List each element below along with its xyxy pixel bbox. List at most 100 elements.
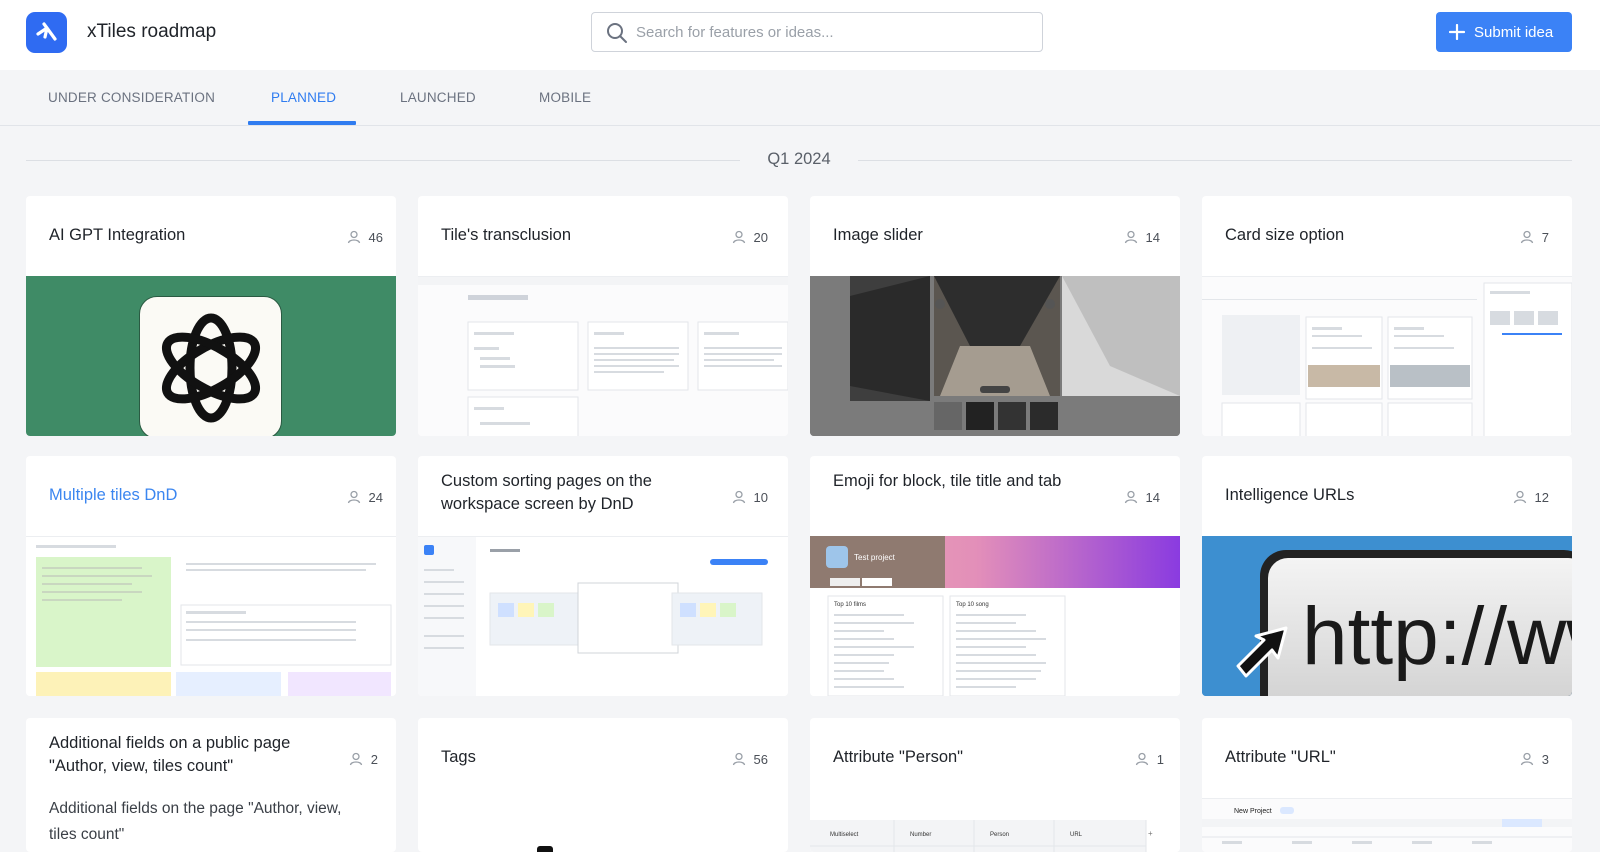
feature-card-attribute-person[interactable]: Attribute "Person" 1 Multiselect Number … <box>810 718 1180 852</box>
person-icon <box>347 490 360 504</box>
card-title: Card size option <box>1225 226 1345 244</box>
project-preview-graphic: New Project <box>1202 807 1572 844</box>
vote-number: 24 <box>368 489 383 505</box>
feature-card-emoji[interactable]: Emoji for block, tile title and tab 14 T… <box>810 456 1180 696</box>
table-column-number: Number <box>910 832 931 838</box>
vote-number: 20 <box>753 229 768 245</box>
section-divider-right <box>858 160 1572 161</box>
vote-count[interactable]: 7 <box>1489 227 1549 247</box>
section-header: Q1 2024 <box>26 148 1572 172</box>
card-image-document-screenshot <box>418 276 788 436</box>
card-title: Attribute "URL" <box>1225 748 1336 766</box>
vote-number: 14 <box>1145 489 1160 505</box>
person-icon <box>1135 752 1148 766</box>
submit-idea-button[interactable]: Submit idea <box>1436 12 1572 52</box>
person-icon <box>732 490 745 504</box>
person-icon <box>1520 230 1533 244</box>
vote-count[interactable]: 24 <box>323 487 383 507</box>
search-icon <box>607 23 627 43</box>
tab-launched[interactable]: LAUNCHED <box>400 70 476 126</box>
tags-image-fragment <box>537 846 553 852</box>
card-title: Image slider <box>833 226 923 244</box>
emoji-preview-list-b: Top 10 song <box>956 602 989 608</box>
gallery-preview-graphic <box>810 276 1180 436</box>
person-icon <box>347 230 360 244</box>
card-image-http-url-graphic: http://www <box>1202 536 1572 696</box>
card-image-openai-logo <box>26 276 396 436</box>
vote-count[interactable]: 20 <box>708 227 768 247</box>
vote-count[interactable]: 2 <box>318 749 378 769</box>
search-box[interactable] <box>591 12 1043 52</box>
vote-count[interactable]: 14 <box>1100 487 1160 507</box>
vote-count[interactable]: 3 <box>1489 749 1549 769</box>
vote-count[interactable]: 46 <box>323 227 383 247</box>
emoji-preview-project-name: Test project <box>854 553 896 562</box>
feature-card-multiple-tiles-dnd[interactable]: Multiple tiles DnD 24 <box>26 456 396 696</box>
card-image-tiles-screenshot <box>26 536 396 696</box>
table-preview-graphic: Multiselect Number Person URL + <box>810 820 1153 852</box>
document-preview-graphic <box>418 277 788 436</box>
vote-number: 1 <box>1156 751 1164 767</box>
vote-number: 14 <box>1145 229 1160 245</box>
vote-count[interactable]: 10 <box>708 487 768 507</box>
tab-under-consideration[interactable]: UNDER CONSIDERATION <box>48 70 215 126</box>
tab-planned[interactable]: PLANNED <box>271 70 336 126</box>
feature-card-ai-gpt[interactable]: AI GPT Integration 46 <box>26 196 396 436</box>
top-bar: xTiles roadmap Submit idea <box>0 0 1600 70</box>
card-title: Attribute "Person" <box>833 748 964 766</box>
feature-card-image-slider[interactable]: Image slider 14 <box>810 196 1180 436</box>
feature-card-transclusion[interactable]: Tile's transclusion 20 <box>418 196 788 436</box>
vote-count[interactable]: 56 <box>708 749 768 769</box>
person-icon <box>732 752 745 766</box>
card-title: Additional fields on a public page "Auth… <box>49 734 291 775</box>
project-board-preview-graphic <box>1202 282 1572 436</box>
vote-number: 3 <box>1541 751 1549 767</box>
vote-number: 7 <box>1541 229 1549 245</box>
feature-card-card-size[interactable]: Card size option 7 <box>1202 196 1572 436</box>
search-input[interactable] <box>636 13 1032 51</box>
card-image-gallery-screenshot <box>810 276 1180 436</box>
vote-count[interactable]: 1 <box>1104 749 1164 769</box>
feature-card-custom-sorting[interactable]: Custom sorting pages on the workspace sc… <box>418 456 788 696</box>
openai-logo-icon <box>161 313 261 423</box>
vote-number: 10 <box>753 489 768 505</box>
card-image-table-screenshot: Multiselect Number Person URL + <box>810 820 1180 852</box>
http-url-preview-graphic: http://www <box>1202 536 1572 696</box>
person-icon <box>1520 752 1533 766</box>
person-icon <box>349 752 362 766</box>
card-title: Tags <box>441 748 476 766</box>
feature-card-attribute-url[interactable]: Attribute "URL" 3 New Project <box>1202 718 1572 852</box>
card-image-emoji-project-screenshot: Test project Top 10 films Top 10 song <box>810 536 1180 696</box>
submit-idea-label: Submit idea <box>1474 23 1554 41</box>
person-icon <box>1124 490 1137 504</box>
feature-card-intelligence-urls[interactable]: Intelligence URLs 12 http://www <box>1202 456 1572 696</box>
workspace-preview-graphic <box>418 537 768 696</box>
card-description: Additional fields on the page "Author, v… <box>49 800 342 843</box>
card-title: Intelligence URLs <box>1225 486 1355 504</box>
table-column-person: Person <box>990 832 1009 838</box>
http-url-text: http://www <box>1302 591 1572 682</box>
vote-count[interactable]: 12 <box>1489 487 1549 507</box>
card-image-project-board-screenshot <box>1202 276 1572 436</box>
vote-number: 2 <box>370 751 378 767</box>
vote-number: 46 <box>368 229 383 245</box>
feature-card-additional-fields[interactable]: Additional fields on a public page "Auth… <box>26 718 396 852</box>
card-title: Custom sorting pages on the workspace sc… <box>441 472 652 513</box>
card-title: AI GPT Integration <box>49 226 186 244</box>
emoji-project-preview-graphic: Test project Top 10 films Top 10 song <box>810 536 1180 696</box>
card-title: Emoji for block, tile title and tab <box>833 472 1062 490</box>
svg-text:+: + <box>1148 829 1153 838</box>
vote-number: 12 <box>1534 489 1549 505</box>
card-title: Tile's transclusion <box>441 226 572 244</box>
active-tab-indicator <box>248 121 356 125</box>
emoji-preview-list-a: Top 10 films <box>834 602 866 608</box>
xtiles-logo[interactable] <box>26 12 67 53</box>
vote-number: 56 <box>753 751 768 767</box>
openai-logo-tile <box>139 296 282 436</box>
feature-card-tags[interactable]: Tags 56 <box>418 718 788 852</box>
roadmap-tabs: UNDER CONSIDERATION PLANNED LAUNCHED MOB… <box>0 70 1600 126</box>
vote-count[interactable]: 14 <box>1100 227 1160 247</box>
table-column-multiselect: Multiselect <box>830 832 859 838</box>
tab-mobile[interactable]: MOBILE <box>539 70 591 126</box>
card-image-project-screenshot: New Project <box>1202 798 1572 852</box>
